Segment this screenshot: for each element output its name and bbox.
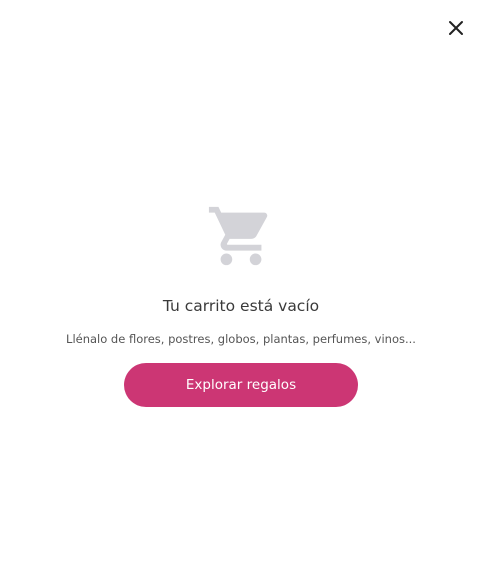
cart-panel: Tu carrito está vacío Llénalo de flores,… [0, 0, 482, 568]
shopping-cart-icon [205, 200, 277, 272]
empty-cart-subtitle: Llénalo de flores, postres, globos, plan… [66, 332, 416, 346]
explore-gifts-button[interactable]: Explorar regalos [124, 363, 358, 407]
close-icon [449, 21, 463, 35]
empty-cart-title: Tu carrito está vacío [162, 297, 320, 315]
close-button[interactable] [444, 16, 468, 40]
empty-cart-state: Tu carrito está vacío Llénalo de flores,… [0, 200, 482, 407]
